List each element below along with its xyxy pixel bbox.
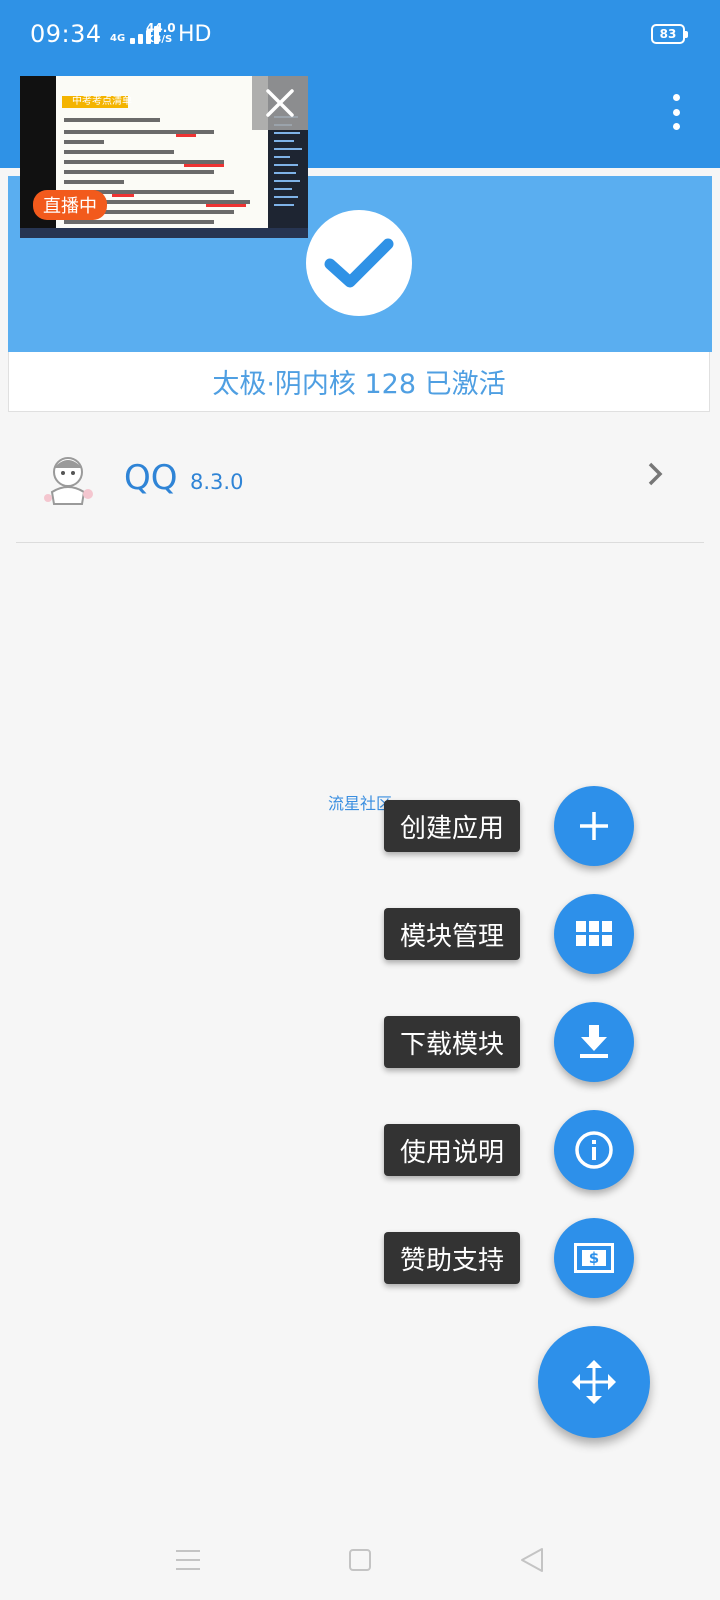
fab-label-module-manage[interactable]: 模块管理 (383, 908, 520, 960)
download-icon[interactable] (554, 1002, 634, 1082)
status-time: 09:34 (30, 20, 102, 48)
hd-indicator: HD (178, 22, 212, 47)
home-icon[interactable] (340, 1540, 380, 1580)
info-icon[interactable] (554, 1110, 634, 1190)
video-taskbar (20, 228, 308, 238)
live-stream-overlay[interactable]: 中考考点清单 直播中 (20, 76, 308, 238)
activation-text: 太极·阴内核 128 已激活 (212, 369, 506, 400)
fab-label-sponsor[interactable]: 赞助支持 (383, 1232, 520, 1284)
close-icon[interactable] (252, 76, 308, 130)
fab-label-instructions[interactable]: 使用说明 (383, 1124, 520, 1176)
fab-label-create-app[interactable]: 创建应用 (383, 800, 520, 852)
svg-text:$: $ (589, 1249, 599, 1267)
fab-menu-help[interactable]: 使用说明 (0, 1110, 720, 1190)
menu-icon[interactable] (168, 1540, 208, 1580)
list-item[interactable]: QQ 8.3.0 (16, 432, 704, 543)
grid-icon[interactable] (554, 894, 634, 974)
app-avatar-icon (36, 448, 100, 512)
speed-unit: KB/S (146, 34, 173, 45)
status-bar: 09:34 4G 44.0 KB/S HD 83 (0, 0, 720, 72)
slide-heading: 中考考点清单 (72, 96, 132, 107)
move-arrows-icon[interactable] (538, 1326, 650, 1438)
live-badge: 直播中 (33, 190, 107, 220)
battery-icon: 83 (651, 24, 688, 44)
activation-status: 太极·阴内核 128 已激活 (8, 352, 710, 412)
fab-menu-download[interactable]: 下载模块 (0, 1002, 720, 1082)
chevron-right-icon (646, 460, 664, 496)
speed-value: 44.0 (146, 21, 176, 35)
fab-menu-sponsor[interactable]: 赞助支持 $ (0, 1218, 720, 1298)
network-type: 4G (110, 33, 126, 44)
fab-label-download-module[interactable]: 下载模块 (383, 1016, 520, 1068)
fab-menu-modules[interactable]: 模块管理 (0, 894, 720, 974)
app-name: QQ (124, 458, 178, 498)
back-icon[interactable] (512, 1540, 552, 1580)
money-icon[interactable]: $ (554, 1218, 634, 1298)
system-nav-bar (0, 1520, 720, 1600)
network-speed: 44.0 KB/S (146, 22, 176, 46)
check-icon (306, 210, 412, 316)
fab-menu-create[interactable]: 创建应用 (0, 786, 720, 866)
overflow-menu-icon[interactable] (660, 94, 692, 130)
app-version: 8.3.0 (190, 470, 244, 494)
battery-level: 83 (659, 27, 677, 41)
plus-icon[interactable] (554, 786, 634, 866)
